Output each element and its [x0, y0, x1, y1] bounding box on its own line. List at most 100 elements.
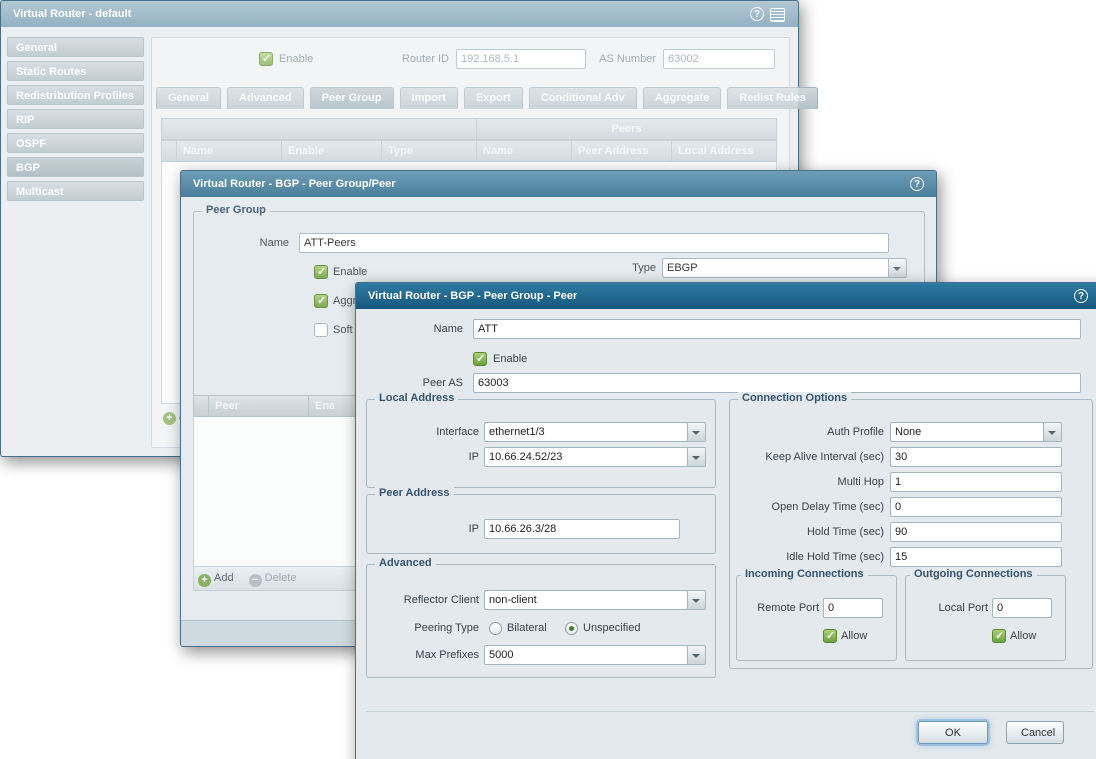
reflector-client-label: Reflector Client	[371, 590, 479, 610]
local-port-field[interactable]	[992, 598, 1052, 618]
bgp-tabs: General Advanced Peer Group Import Expor…	[156, 87, 821, 109]
peer-address-legend: Peer Address	[375, 487, 454, 499]
tab-advanced[interactable]: Advanced	[227, 87, 304, 109]
router-id-label: Router ID	[341, 49, 449, 69]
incoming-connections-fieldset: Incoming Connections Remote Port Allow	[736, 575, 897, 661]
idle-hold-time-label: Idle Hold Time (sec)	[734, 547, 884, 567]
incoming-allow-checkbox[interactable]	[823, 629, 837, 643]
tab-aggregate[interactable]: Aggregate	[643, 87, 721, 109]
auth-profile-label: Auth Profile	[734, 422, 884, 442]
incoming-connections-legend: Incoming Connections	[741, 568, 868, 580]
interface-dropdown[interactable]	[484, 422, 706, 442]
help-icon[interactable]	[910, 177, 924, 191]
max-prefixes-value[interactable]	[484, 645, 706, 665]
table-header-name: Name	[177, 140, 282, 162]
peer-name-field[interactable]	[473, 319, 1081, 339]
multi-hop-label: Multi Hop	[734, 472, 884, 492]
peer-enable-checkbox[interactable]	[473, 352, 487, 366]
tab-label: General	[168, 92, 209, 104]
help-icon[interactable]	[750, 7, 764, 21]
reflector-client-value[interactable]	[484, 590, 706, 610]
multi-hop-field[interactable]	[890, 472, 1062, 492]
pg-name-label: Name	[241, 233, 289, 253]
tab-export[interactable]: Export	[464, 87, 523, 109]
hold-time-field[interactable]	[890, 522, 1062, 542]
sidebar-item-label: General	[16, 42, 57, 54]
peer-group-table-groupheader: Peers	[161, 118, 777, 140]
pg-soft-reset-checkbox[interactable]	[314, 323, 328, 337]
cancel-button[interactable]: Cancel	[1006, 721, 1064, 744]
delete-button-label: Delete	[265, 572, 297, 584]
chevron-down-icon[interactable]	[687, 591, 705, 609]
interface-value[interactable]	[484, 422, 706, 442]
sidebar-item-bgp[interactable]: BGP	[7, 157, 144, 177]
table-header-type: Type	[382, 140, 477, 162]
panel-icon[interactable]	[770, 8, 785, 22]
sidebar-item-redistribution-profiles[interactable]: Redistribution Profiles	[7, 85, 144, 105]
sidebar-item-label: Redistribution Profiles	[16, 90, 134, 102]
tab-import[interactable]: Import	[400, 87, 458, 109]
as-number-field[interactable]	[663, 49, 775, 69]
outgoing-connections-legend: Outgoing Connections	[910, 568, 1037, 580]
pg-aggregated-checkbox[interactable]	[314, 294, 328, 308]
remote-port-label: Remote Port	[739, 598, 819, 618]
ok-button[interactable]: OK	[918, 721, 988, 744]
incoming-allow-label: Allow	[841, 626, 867, 646]
plus-icon	[198, 574, 211, 587]
chevron-down-icon[interactable]	[687, 646, 705, 664]
keep-alive-field[interactable]	[890, 447, 1062, 467]
reflector-client-dropdown[interactable]	[484, 590, 706, 610]
connection-options-fieldset: Connection Options Auth Profile Keep Ali…	[729, 399, 1093, 669]
sidebar-item-ospf[interactable]: OSPF	[7, 133, 144, 153]
chevron-down-icon[interactable]	[888, 259, 906, 277]
sidebar-item-rip[interactable]: RIP	[7, 109, 144, 129]
peer-group-title: Virtual Router - BGP - Peer Group/Peer	[193, 178, 396, 190]
local-ip-dropdown[interactable]	[484, 447, 706, 467]
sidebar-item-static-routes[interactable]: Static Routes	[7, 61, 144, 81]
delete-peer-button[interactable]: Delete	[249, 567, 297, 589]
peer-as-field[interactable]	[473, 373, 1081, 393]
tab-conditional-adv[interactable]: Conditional Adv	[529, 87, 637, 109]
peer-ip-field[interactable]	[484, 519, 680, 539]
tab-label: Peer Group	[322, 92, 382, 104]
peer-name-label: Name	[393, 319, 463, 339]
bgp-enable-checkbox[interactable]	[259, 52, 273, 66]
tab-redist-rules[interactable]: Redist Rules	[727, 87, 818, 109]
tab-label: Import	[412, 92, 446, 104]
table-header-select	[193, 395, 209, 417]
table-header-local-address: Local Address	[672, 140, 777, 162]
idle-hold-time-field[interactable]	[890, 547, 1062, 567]
sidebar-item-general[interactable]: General	[7, 37, 144, 57]
table-header-peer-address: Peer Address	[572, 140, 672, 162]
chevron-down-icon[interactable]	[687, 448, 705, 466]
virtual-router-titlebar: Virtual Router - default	[1, 1, 798, 27]
pg-enable-checkbox[interactable]	[314, 265, 328, 279]
peering-bilateral-radio[interactable]	[489, 622, 502, 635]
chevron-down-icon[interactable]	[1043, 423, 1061, 441]
outgoing-allow-checkbox[interactable]	[992, 629, 1006, 643]
pg-soft-reset-label: Soft	[333, 320, 353, 340]
pg-name-field[interactable]	[299, 233, 889, 253]
tab-label: Advanced	[239, 92, 292, 104]
add-peer-button[interactable]: Add	[198, 567, 234, 589]
auth-profile-dropdown[interactable]	[890, 422, 1062, 442]
pg-type-dropdown[interactable]	[662, 258, 907, 278]
pg-type-value[interactable]	[662, 258, 907, 278]
peering-unspecified-radio[interactable]	[565, 622, 578, 635]
local-ip-label: IP	[371, 447, 479, 467]
max-prefixes-dropdown[interactable]	[484, 645, 706, 665]
chevron-down-icon[interactable]	[687, 423, 705, 441]
local-address-legend: Local Address	[375, 392, 458, 404]
tab-general[interactable]: General	[156, 87, 221, 109]
auth-profile-value[interactable]	[890, 422, 1062, 442]
local-ip-value[interactable]	[484, 447, 706, 467]
peer-address-fieldset: Peer Address IP	[366, 494, 716, 554]
peer-dialog: Virtual Router - BGP - Peer Group - Peer…	[355, 282, 1096, 759]
sidebar-item-multicast[interactable]: Multicast	[7, 181, 144, 201]
tab-peer-group[interactable]: Peer Group	[310, 87, 394, 109]
remote-port-field[interactable]	[823, 598, 883, 618]
open-delay-field[interactable]	[890, 497, 1062, 517]
sidebar-item-label: RIP	[16, 114, 34, 126]
help-icon[interactable]	[1074, 289, 1088, 303]
virtual-router-title: Virtual Router - default	[13, 8, 131, 20]
